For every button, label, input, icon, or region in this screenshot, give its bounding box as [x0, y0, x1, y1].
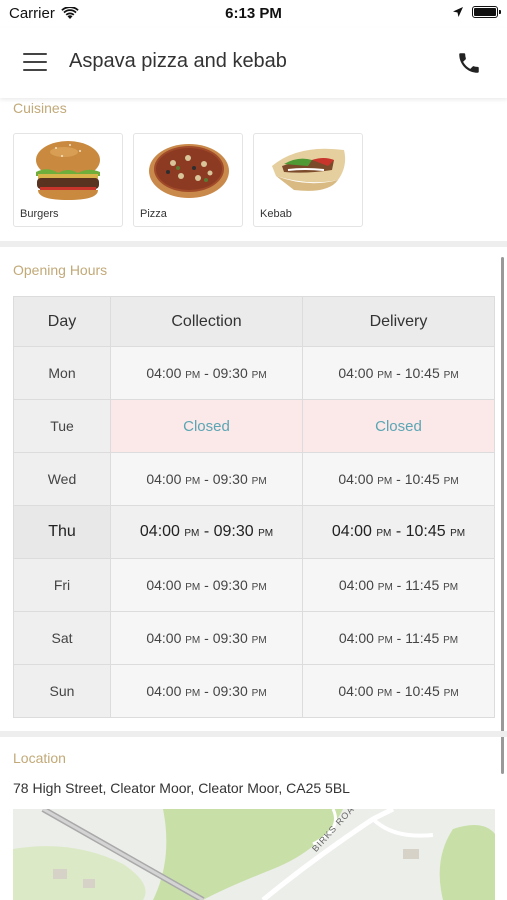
location-arrow-icon — [453, 7, 463, 17]
status-indicators — [452, 6, 501, 18]
collection-hours-cell: 04:00 PM - 09:30 PM — [110, 558, 303, 612]
location-label: Location — [13, 750, 66, 766]
table-row: Fri 04:00 PM - 09:30 PM 04:00 PM - 11:45… — [13, 558, 495, 612]
day-cell: Fri — [13, 558, 111, 612]
table-row-today: Thu 04:00 PM - 09:30 PM 04:00 PM - 10:45… — [13, 505, 495, 559]
day-cell: Sat — [13, 611, 111, 665]
cuisine-label-pizza: Pizza — [140, 208, 167, 220]
table-row: Sat 04:00 PM - 09:30 PM 04:00 PM - 11:45… — [13, 611, 495, 665]
opening-hours-table: Day Collection Delivery Mon 04:00 PM - 0… — [13, 296, 495, 718]
table-row: Wed 04:00 PM - 09:30 PM 04:00 PM - 10:45… — [13, 452, 495, 506]
map-tiles — [13, 809, 495, 900]
phone-icon[interactable] — [456, 50, 482, 76]
section-divider — [0, 731, 507, 737]
page-title: Aspava pizza and kebab — [69, 50, 287, 72]
cuisine-card-pizza[interactable]: Pizza — [133, 133, 243, 227]
section-divider — [0, 241, 507, 247]
day-cell: Thu — [13, 505, 111, 559]
delivery-hours-cell: 04:00 PM - 10:45 PM — [302, 664, 495, 718]
cuisines-label: Cuisines — [13, 100, 67, 116]
collection-hours-cell: 04:00 PM - 09:30 PM — [110, 452, 303, 506]
delivery-hours-cell: 04:00 PM - 11:45 PM — [302, 558, 495, 612]
kebab-image — [272, 148, 346, 191]
collection-hours-cell: 04:00 PM - 09:30 PM — [110, 664, 303, 718]
location-map[interactable]: BIRKS ROAD — [13, 809, 495, 900]
address-text: 78 High Street, Cleator Moor, Cleator Mo… — [13, 780, 350, 796]
day-cell: Wed — [13, 452, 111, 506]
scrollbar[interactable] — [501, 257, 504, 774]
menu-icon[interactable] — [23, 53, 47, 71]
delivery-hours-cell: 04:00 PM - 10:45 PM — [302, 452, 495, 506]
column-header-delivery: Delivery — [302, 296, 495, 347]
day-cell: Mon — [13, 346, 111, 400]
table-row: Sun 04:00 PM - 09:30 PM 04:00 PM - 10:45… — [13, 664, 495, 718]
cuisine-label-kebab: Kebab — [260, 208, 292, 220]
day-cell: Sun — [13, 664, 111, 718]
burger-image — [36, 141, 100, 200]
delivery-hours-cell: 04:00 PM - 10:45 PM — [302, 346, 495, 400]
pizza-image — [149, 144, 229, 198]
delivery-hours-cell: 04:00 PM - 11:45 PM — [302, 611, 495, 665]
table-row: Mon 04:00 PM - 09:30 PM 04:00 PM - 10:45… — [13, 346, 495, 400]
collection-hours-cell: 04:00 PM - 09:30 PM — [110, 346, 303, 400]
delivery-hours-cell: 04:00 PM - 10:45 PM — [302, 505, 495, 559]
column-header-day: Day — [13, 296, 111, 347]
battery-icon — [472, 6, 501, 18]
collection-hours-cell: 04:00 PM - 09:30 PM — [110, 505, 303, 559]
cuisine-list: Burgers Pizza Kebab — [13, 133, 363, 227]
cuisine-card-burgers[interactable]: Burgers — [13, 133, 123, 227]
table-header-row: Day Collection Delivery — [13, 296, 495, 347]
cuisine-label-burgers: Burgers — [20, 208, 59, 220]
collection-hours-cell: 04:00 PM - 09:30 PM — [110, 611, 303, 665]
app-header: Aspava pizza and kebab — [0, 28, 507, 98]
table-row: Tue Closed Closed — [13, 399, 495, 453]
cuisine-card-kebab[interactable]: Kebab — [253, 133, 363, 227]
day-cell: Tue — [13, 399, 111, 453]
delivery-closed-cell: Closed — [302, 399, 495, 453]
opening-hours-label: Opening Hours — [13, 262, 108, 278]
collection-closed-cell: Closed — [110, 399, 303, 453]
status-time: 6:13 PM — [225, 5, 282, 22]
column-header-collection: Collection — [110, 296, 303, 347]
status-bar: Carrier 6:13 PM — [0, 0, 507, 28]
